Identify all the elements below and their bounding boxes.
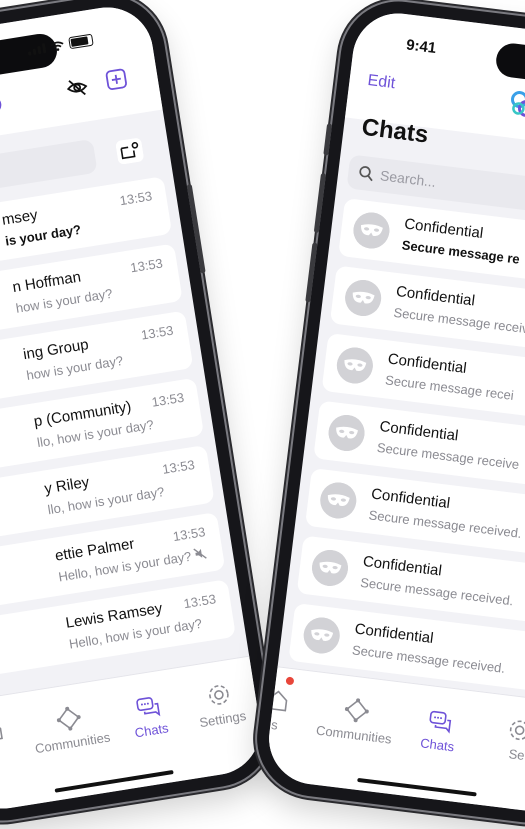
chat-time: 13:53 xyxy=(182,591,217,612)
side-button xyxy=(305,242,318,303)
home-indicator xyxy=(54,769,174,793)
tab-label: Communities xyxy=(33,729,112,757)
chats-icon xyxy=(136,697,161,717)
tab-label: Settings xyxy=(198,708,248,731)
tab-label: s xyxy=(270,717,279,733)
logo-icon xyxy=(510,91,525,117)
left-phone: msey is your day? 13:53 n Hoffman how is… xyxy=(0,0,281,829)
chat-preview: Secure message received. xyxy=(359,574,515,609)
right-phone: 9:41 Edit Chats Search... Confidential S… xyxy=(250,0,525,829)
mask-avatar-icon xyxy=(309,547,351,589)
right-chat-list: Confidential Secure message re Confident… xyxy=(287,198,525,705)
gear-icon xyxy=(209,685,229,705)
chat-time: 13:53 xyxy=(139,322,175,343)
tab-label: Chats xyxy=(133,720,170,741)
home-icon xyxy=(0,720,3,743)
home-indicator xyxy=(357,777,477,797)
search-icon xyxy=(359,166,373,182)
chat-name: msey xyxy=(0,206,39,229)
side-button xyxy=(323,123,333,156)
tab-communities[interactable]: Communities xyxy=(27,700,113,757)
side-button xyxy=(313,172,327,234)
logo-icon xyxy=(0,96,2,114)
chat-time: 13:53 xyxy=(161,456,196,477)
tab-communities[interactable]: Communities xyxy=(313,693,398,747)
status-time: 9:41 xyxy=(405,36,438,57)
tab-label: Communities xyxy=(315,722,393,747)
plus-square-icon[interactable] xyxy=(104,67,129,92)
mask-avatar-icon xyxy=(343,277,384,319)
chat-preview: Secure message receiv xyxy=(392,304,525,337)
chat-preview: Secure message receive xyxy=(376,439,520,473)
left-header xyxy=(0,0,163,158)
tab-home[interactable]: s xyxy=(264,683,319,737)
right-screen: 9:41 Edit Chats Search... Confidential S… xyxy=(263,8,525,816)
mask-avatar-icon xyxy=(326,412,367,454)
chat-time: 13:53 xyxy=(118,188,154,209)
mute-icon xyxy=(193,548,207,559)
chat-preview: Secure message received. xyxy=(367,507,523,541)
home-icon xyxy=(266,690,288,712)
communities-icon xyxy=(344,698,369,723)
mask-avatar-icon xyxy=(318,480,359,521)
tab-chats[interactable]: Chats xyxy=(397,703,482,757)
battery-icon xyxy=(68,33,94,50)
dynamic-island xyxy=(494,41,525,90)
left-screen: msey is your day? 13:53 n Hoffman how is… xyxy=(0,0,267,816)
chat-time: 13:53 xyxy=(129,255,164,276)
side-button xyxy=(186,183,206,274)
new-message-icon[interactable] xyxy=(115,137,144,165)
tab-label: Se xyxy=(507,746,525,764)
search-placeholder: Search... xyxy=(379,167,437,190)
chat-time: 13:53 xyxy=(171,524,207,545)
notification-dot xyxy=(285,676,295,686)
mask-avatar-icon xyxy=(334,345,375,386)
mask-avatar-icon xyxy=(301,615,342,656)
mask-avatar-icon xyxy=(351,210,392,251)
tab-label: Chats xyxy=(419,735,456,755)
left-tab-bar: Communities Chats Settings xyxy=(0,655,267,816)
gear-icon xyxy=(509,720,525,741)
edit-button[interactable]: Edit xyxy=(367,72,396,93)
chats-icon xyxy=(429,710,452,734)
tab-settings[interactable]: Se xyxy=(476,712,525,766)
chat-preview: Secure message recei xyxy=(384,372,515,404)
chat-preview: Secure message received. xyxy=(351,642,506,676)
communities-icon xyxy=(56,706,81,731)
chat-preview: Secure message re xyxy=(401,237,521,267)
chat-name: y Riley xyxy=(43,473,91,498)
eye-off-icon[interactable] xyxy=(65,75,90,100)
chat-time: 13:53 xyxy=(150,389,186,410)
wifi-icon xyxy=(50,41,64,51)
tab-settings[interactable]: Settings xyxy=(177,676,263,733)
